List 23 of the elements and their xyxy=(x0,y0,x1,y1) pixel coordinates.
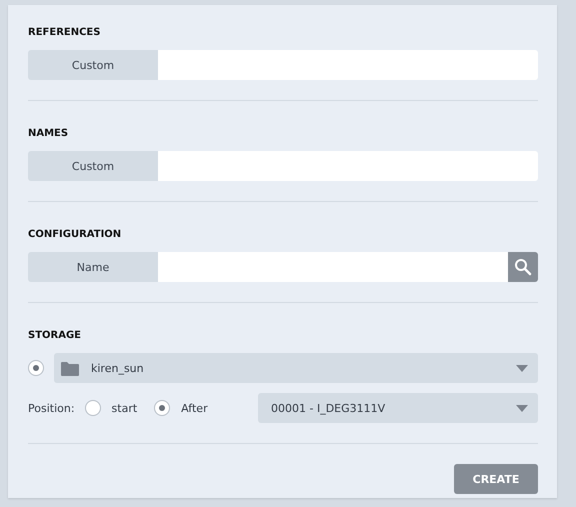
input-field[interactable] xyxy=(158,151,538,181)
input-field[interactable] xyxy=(158,50,538,80)
position-dropdown[interactable]: 00001 - I_DEG3111V xyxy=(258,393,538,423)
search-icon xyxy=(514,258,532,276)
section-title: NAMES xyxy=(28,127,70,141)
radio-label: start xyxy=(112,402,138,414)
input-field[interactable] xyxy=(158,252,508,282)
radio-button[interactable] xyxy=(154,400,170,416)
position-label: Position: xyxy=(28,402,75,414)
section-title: STORAGE xyxy=(28,329,82,343)
search-button[interactable] xyxy=(508,252,538,282)
field-label: Custom xyxy=(28,151,158,181)
field-label: Name xyxy=(28,252,158,282)
radio-button[interactable] xyxy=(28,360,44,376)
caret-icon xyxy=(516,404,528,412)
caret-icon xyxy=(516,364,528,372)
section-title: CONFIGURATION xyxy=(28,228,122,242)
field-label: Custom xyxy=(28,50,158,80)
folder-dropdown[interactable]: kiren_sun xyxy=(54,353,538,383)
radio-button[interactable] xyxy=(84,400,101,416)
radio-label: After xyxy=(181,402,208,414)
section-title: REFERENCES xyxy=(28,26,102,40)
folder-icon xyxy=(61,360,79,376)
